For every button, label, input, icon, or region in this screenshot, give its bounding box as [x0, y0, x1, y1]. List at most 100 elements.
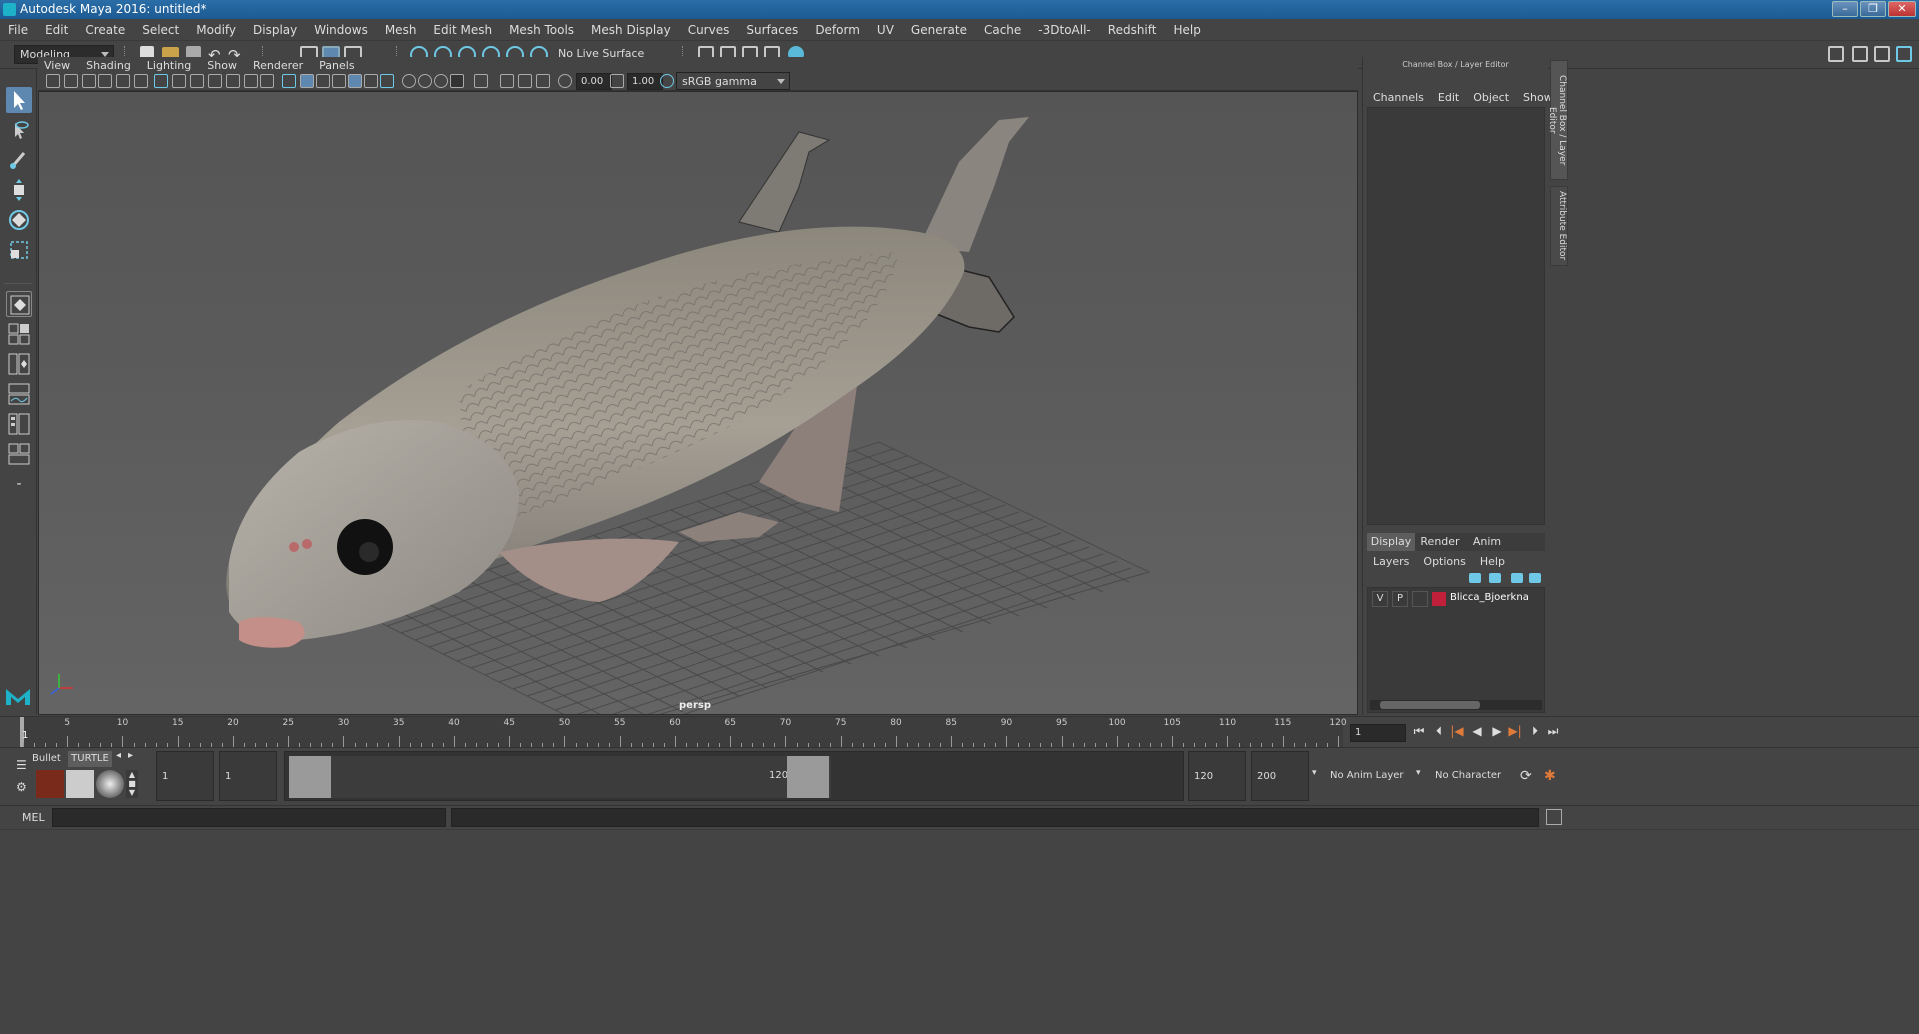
turtle-material-icon[interactable] [96, 770, 124, 798]
script-editor-icon[interactable] [1546, 809, 1562, 825]
step-back-key-icon[interactable]: ⏴ [1432, 724, 1446, 738]
camera-attributes-icon[interactable] [64, 74, 78, 88]
scene-start-field[interactable]: 1 [156, 751, 214, 801]
anim-layer-dropdown[interactable]: No Anim Layer [1325, 751, 1415, 801]
viewport-menu-panels[interactable]: Panels [319, 59, 354, 72]
shadows-icon[interactable] [380, 74, 394, 88]
minimize-button[interactable]: – [1832, 1, 1858, 17]
shelf-scrollbar[interactable]: ▲ ■ ▼ [126, 770, 138, 798]
time-slider[interactable]: 1 5 10 15 20 25 30 35 40 45 50 55 60 65 70 75 80 85 90 95 1… [0, 716, 1919, 748]
image-plane-icon[interactable] [98, 74, 112, 88]
menu-mesh-tools[interactable]: Mesh Tools [509, 23, 574, 37]
character-set-dropdown[interactable]: No Character Set [1430, 751, 1512, 831]
color-space-dropdown[interactable]: sRGB gamma [676, 72, 790, 90]
viewport-menu-lighting[interactable]: Lighting [147, 59, 191, 72]
viewport-menu-view[interactable]: View [44, 59, 70, 72]
range-slider[interactable]: 1 120 [284, 751, 1184, 801]
isolate-select-icon[interactable] [474, 74, 488, 88]
turtle-render-icon[interactable] [36, 770, 64, 798]
gate-mask-icon[interactable] [208, 74, 222, 88]
grid-icon[interactable] [154, 74, 168, 88]
script-editor-layout-button[interactable] [6, 441, 32, 467]
lasso-tool-button[interactable] [6, 117, 32, 143]
animation-preferences-icon[interactable]: ✱ [1544, 768, 1556, 784]
turtle-bake-icon[interactable] [66, 770, 94, 798]
viewport-menu-shading[interactable]: Shading [86, 59, 131, 72]
scrollbar-thumb[interactable] [1380, 701, 1480, 709]
gamma-field[interactable]: 1.00 [627, 73, 663, 90]
xray-joints-icon[interactable] [536, 74, 550, 88]
play-backward-icon[interactable]: ◀ [1470, 724, 1484, 738]
scene-end-field[interactable]: 200 [1251, 751, 1309, 801]
motion-blur-icon[interactable] [418, 74, 432, 88]
go-to-start-icon[interactable]: ⏮ [1412, 724, 1426, 738]
maximize-button[interactable]: ❐ [1860, 1, 1886, 17]
gamma-icon[interactable] [610, 74, 624, 88]
select-tool-button[interactable] [6, 87, 32, 113]
tab-display[interactable]: Display [1367, 533, 1415, 551]
new-layer-from-selection-icon[interactable] [1529, 573, 1541, 583]
rotate-tool-button[interactable] [6, 207, 32, 233]
attribute-editor-toggle-icon[interactable] [1852, 46, 1868, 62]
menu-file[interactable]: File [8, 23, 28, 37]
two-d-pan-zoom-icon[interactable] [116, 74, 130, 88]
menu-redshift[interactable]: Redshift [1108, 23, 1157, 37]
layer-playback-toggle[interactable]: P [1392, 591, 1408, 607]
layer-display-type-toggle[interactable] [1412, 591, 1428, 607]
shelf-menu-icon[interactable]: ☰ [16, 758, 27, 772]
tab-render[interactable]: Render [1415, 533, 1465, 551]
color-management-icon[interactable] [660, 74, 674, 88]
playback-start-field[interactable]: 1 [219, 751, 277, 801]
channel-box-toggle-icon[interactable] [1896, 46, 1912, 62]
grease-pencil-icon[interactable] [134, 74, 148, 88]
channel-menu-channels[interactable]: Channels [1373, 91, 1424, 104]
single-view-layout-button[interactable] [6, 291, 32, 317]
channel-menu-edit[interactable]: Edit [1438, 91, 1459, 104]
hypershade-layout-button[interactable] [6, 411, 32, 437]
shelf-tab-turtle[interactable]: TURTLE [68, 751, 112, 767]
channel-menu-object[interactable]: Object [1473, 91, 1509, 104]
safe-title-icon[interactable] [260, 74, 274, 88]
close-button[interactable]: ✕ [1888, 1, 1916, 17]
channel-menu-show[interactable]: Show [1523, 91, 1553, 104]
use-default-material-icon[interactable] [316, 74, 330, 88]
layer-menu-help[interactable]: Help [1480, 555, 1505, 568]
range-slider-left-handle[interactable] [289, 756, 331, 798]
menu-select[interactable]: Select [142, 23, 179, 37]
playback-end-field[interactable]: 120 [1188, 751, 1246, 801]
viewport-menu-renderer[interactable]: Renderer [253, 59, 303, 72]
play-forward-icon[interactable]: ▶ [1490, 724, 1504, 738]
step-forward-frame-icon[interactable]: ▶| [1508, 724, 1522, 738]
current-frame-field[interactable]: 1 [1350, 724, 1406, 742]
time-ruler[interactable]: 1 5 10 15 20 25 30 35 40 45 50 55 60 65 70 75 80 85 90 95 1… [20, 717, 1347, 748]
safe-action-icon[interactable] [244, 74, 258, 88]
select-camera-icon[interactable] [46, 74, 60, 88]
use-all-lights-icon[interactable] [364, 74, 378, 88]
paint-select-tool-button[interactable] [6, 147, 32, 173]
layer-visibility-toggle[interactable]: V [1372, 591, 1388, 607]
viewport-menu-show[interactable]: Show [207, 59, 237, 72]
menu-modify[interactable]: Modify [196, 23, 236, 37]
menu-curves[interactable]: Curves [688, 23, 730, 37]
film-gate-icon[interactable] [172, 74, 186, 88]
menu-uv[interactable]: UV [877, 23, 894, 37]
layer-list-scrollbar[interactable] [1370, 700, 1542, 710]
auto-key-icon[interactable]: ⟳ [1520, 768, 1532, 784]
wireframe-on-shaded-icon[interactable] [332, 74, 346, 88]
layer-name[interactable]: Blicca_Bjoerkna [1450, 592, 1529, 603]
command-input[interactable] [52, 808, 446, 827]
shelf-scroll-right-icon[interactable]: ▸ [128, 750, 133, 761]
menu-create[interactable]: Create [85, 23, 125, 37]
menu-help[interactable]: Help [1173, 23, 1200, 37]
menu-mesh[interactable]: Mesh [385, 23, 417, 37]
exposure-field[interactable]: 0.00 [576, 73, 612, 90]
smooth-shade-icon[interactable] [300, 74, 314, 88]
range-slider-bar[interactable] [331, 756, 831, 798]
step-back-frame-icon[interactable]: |◀ [1450, 724, 1464, 738]
bookmark-icon[interactable] [82, 74, 96, 88]
menu-deform[interactable]: Deform [815, 23, 860, 37]
range-slider-right-handle[interactable] [787, 756, 829, 798]
menu-display[interactable]: Display [253, 23, 297, 37]
menu-surfaces[interactable]: Surfaces [746, 23, 798, 37]
new-empty-layer-icon[interactable] [1511, 573, 1523, 583]
